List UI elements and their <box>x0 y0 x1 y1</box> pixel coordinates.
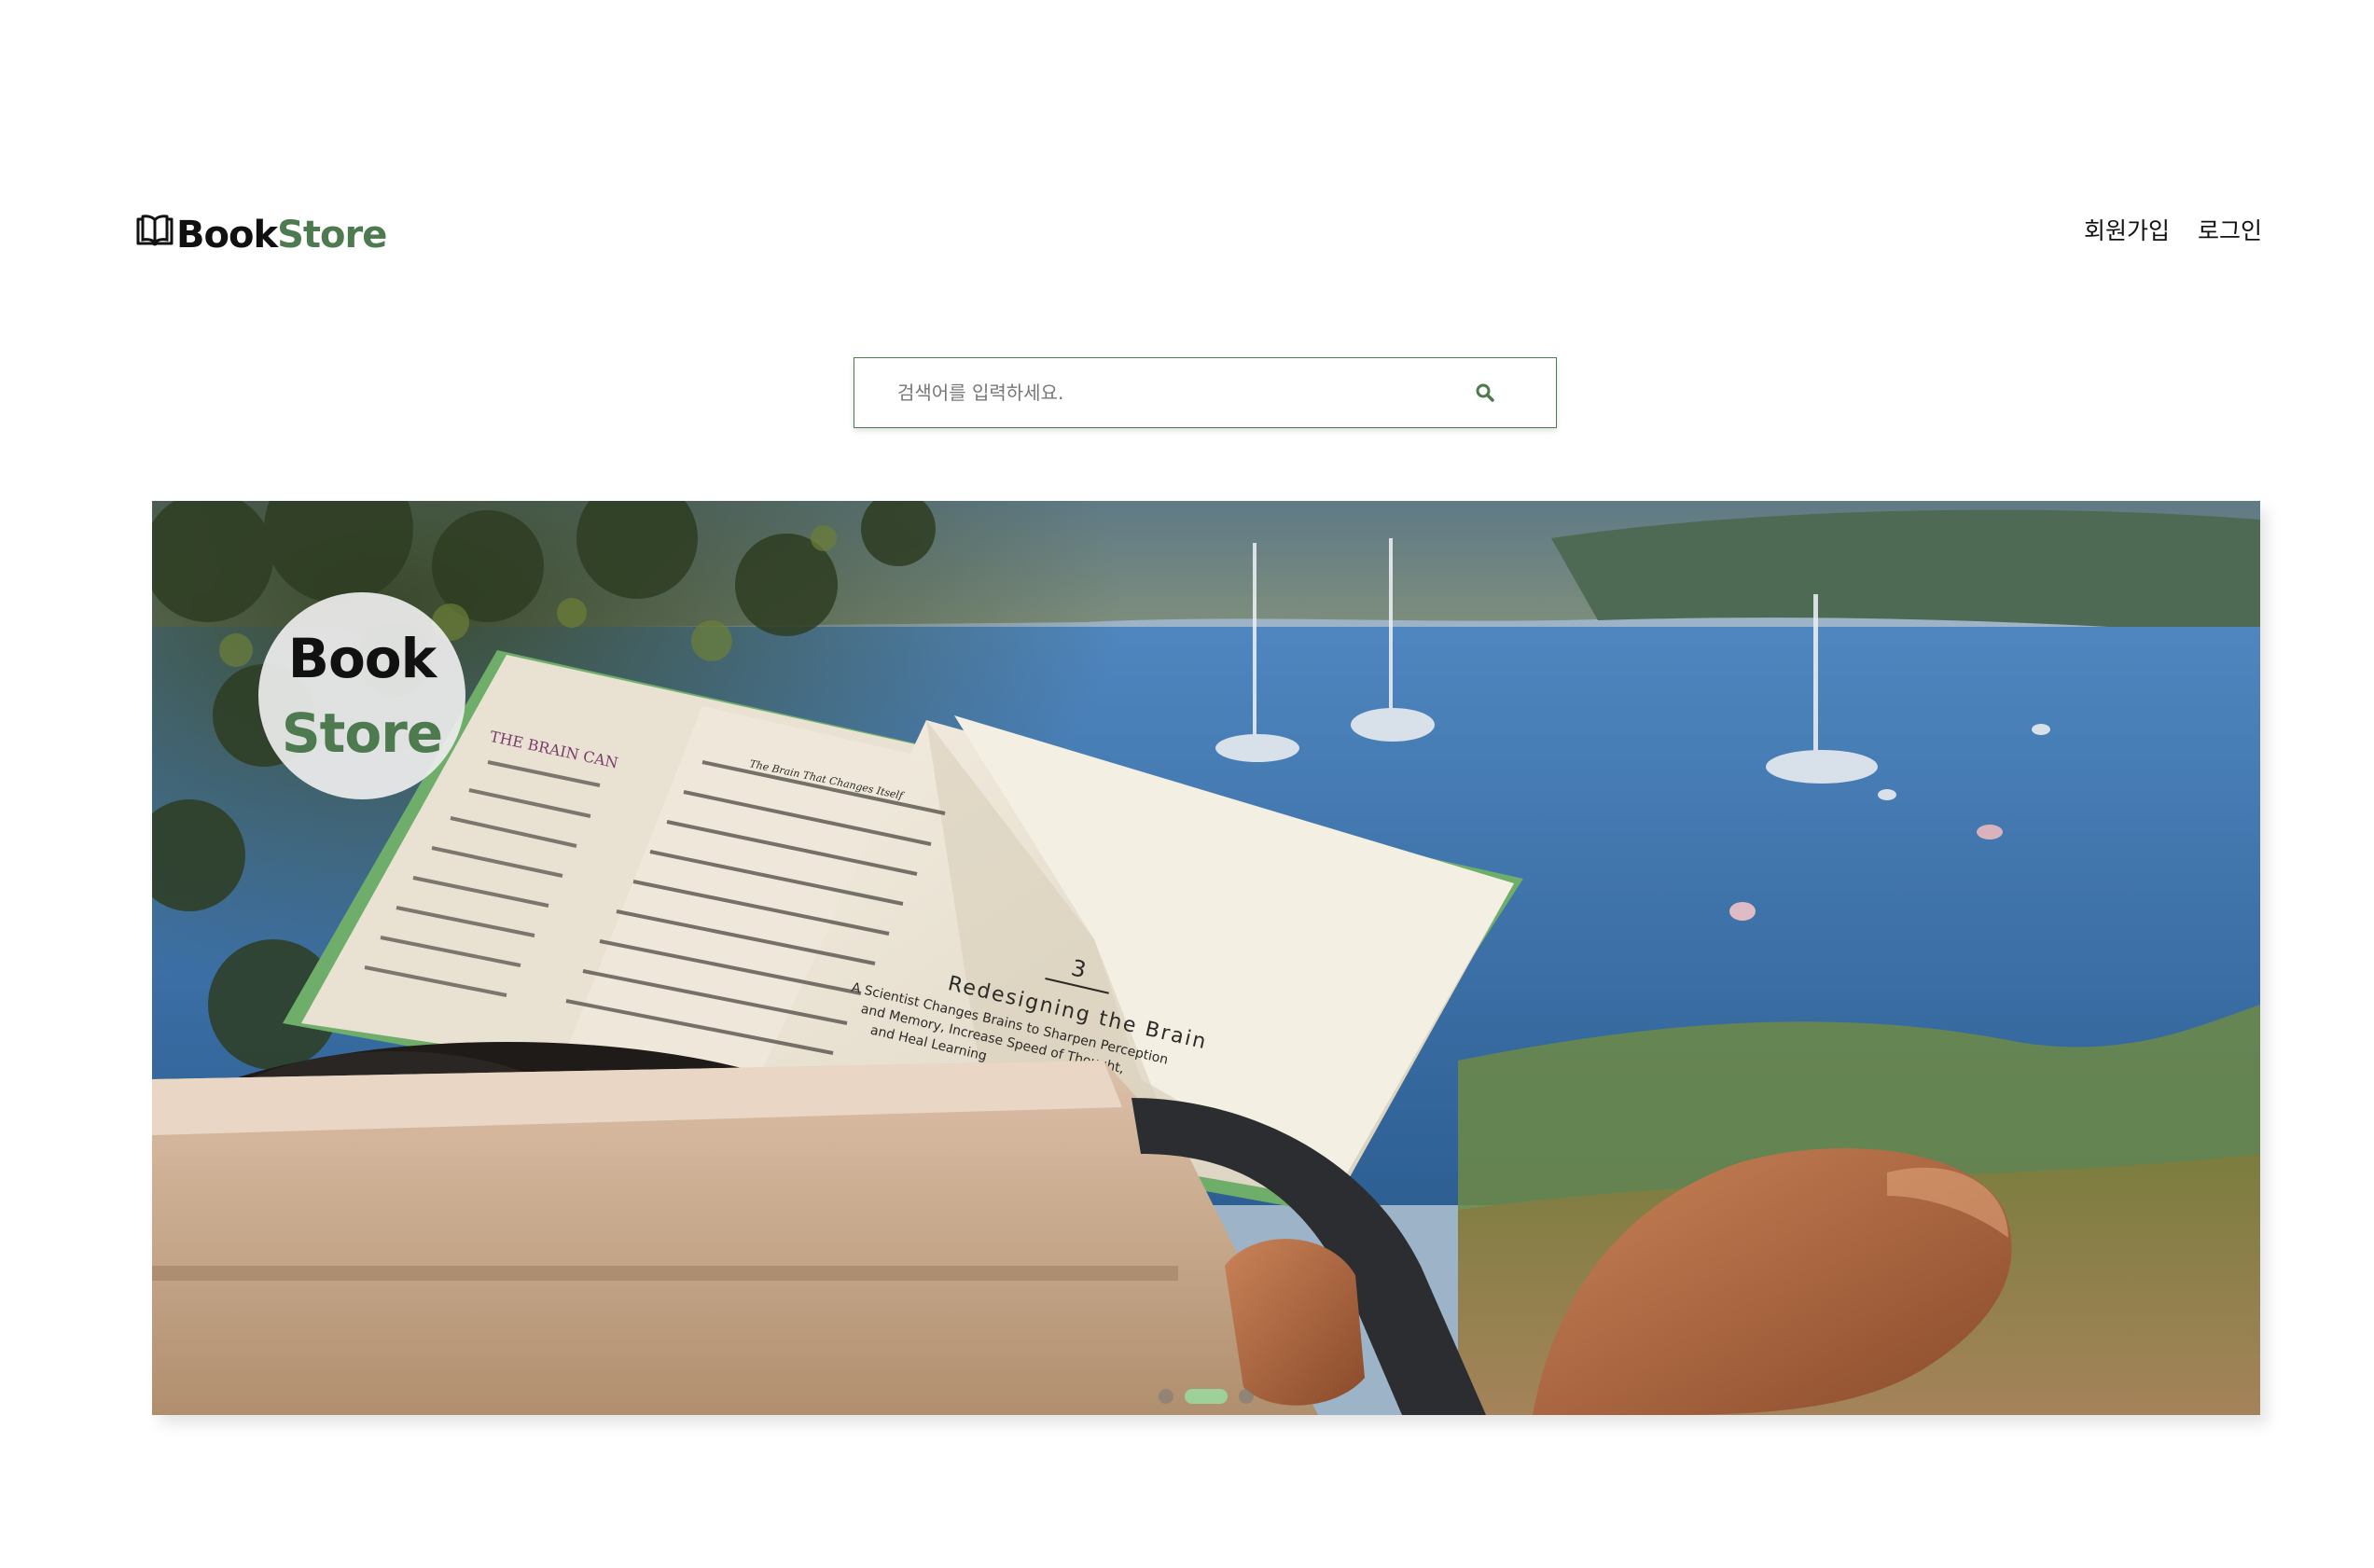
logo-text-store: Store <box>277 214 387 257</box>
login-link[interactable]: 로그인 <box>2198 213 2262 250</box>
page: Book Store 회원가입 로그인 검색어를 입력하세요. 3 Redesi… <box>0 0 2374 1568</box>
hero-badge-book: Book <box>287 627 437 690</box>
signup-link[interactable]: 회원가입 <box>2084 213 2170 250</box>
hero-carousel: 3 Redesigning the Brain A Scientist Chan… <box>152 501 2260 1415</box>
search-input[interactable] <box>854 358 1450 427</box>
carousel-dot-3[interactable] <box>1239 1389 1254 1404</box>
hero-badge: Book Store <box>258 592 465 799</box>
search-button[interactable] <box>1450 358 1520 427</box>
hero-badge-store: Store <box>281 701 443 765</box>
carousel-dot-1[interactable] <box>1159 1389 1173 1404</box>
carousel-indicators <box>152 1389 2260 1404</box>
carousel-dot-2[interactable] <box>1185 1389 1228 1404</box>
top-nav: 회원가입 로그인 <box>2084 213 2262 250</box>
open-book-icon <box>136 215 174 246</box>
search-icon <box>1476 383 1494 402</box>
hero-image: 3 Redesigning the Brain A Scientist Chan… <box>152 501 2260 1415</box>
search-bar <box>854 357 1557 428</box>
site-logo[interactable]: Book Store <box>135 207 387 263</box>
logo-text-book: Book <box>176 214 278 257</box>
